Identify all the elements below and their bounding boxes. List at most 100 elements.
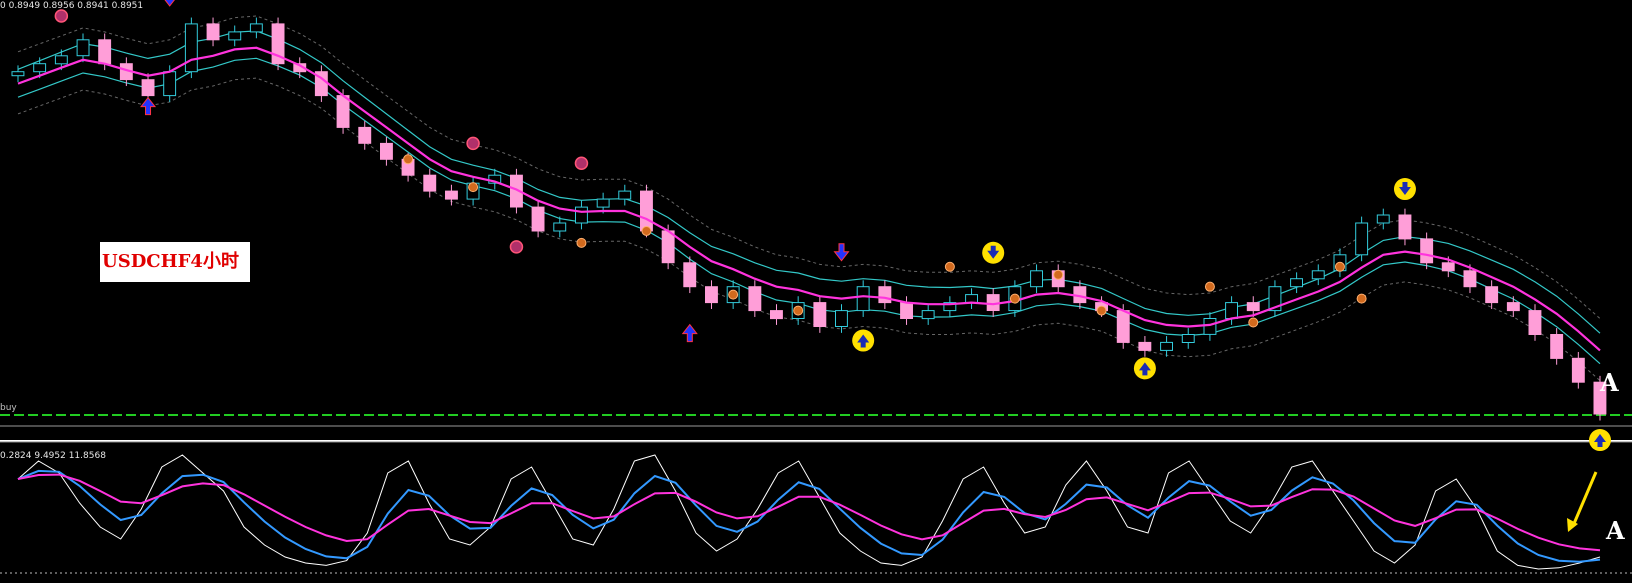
buy-arrow-icon[interactable]: [681, 323, 698, 343]
signal-dot-icon[interactable]: [641, 225, 652, 236]
candle-body[interactable]: [228, 31, 242, 41]
candle-body[interactable]: [423, 174, 437, 192]
candle-body[interactable]: [683, 262, 697, 288]
signal-dot-icon[interactable]: [1096, 305, 1107, 316]
candle-body[interactable]: [813, 302, 827, 328]
candle-body[interactable]: [770, 310, 783, 320]
buy-arrow-icon[interactable]: [1133, 357, 1156, 380]
signal-dot-icon[interactable]: [728, 289, 739, 300]
candle-body[interactable]: [358, 126, 372, 144]
candle-body[interactable]: [380, 142, 393, 160]
candle-body[interactable]: [1571, 357, 1585, 383]
signal-dot-icon[interactable]: [1053, 269, 1064, 280]
signal-dot-icon[interactable]: [1356, 293, 1367, 304]
signal-dot-icon[interactable]: [468, 182, 479, 193]
candle-body[interactable]: [1181, 334, 1195, 343]
upper-cyan-envelope: [17, 30, 1601, 334]
candle-body[interactable]: [1550, 334, 1564, 359]
candle-body[interactable]: [1441, 262, 1455, 272]
candle-body[interactable]: [661, 230, 675, 264]
candle-body[interactable]: [163, 71, 177, 97]
lower-cyan-envelope: [17, 57, 1601, 365]
candle-body[interactable]: [900, 302, 913, 320]
signal-dot-icon[interactable]: [1248, 317, 1259, 328]
reversal-marker-icon[interactable]: [466, 136, 480, 151]
ohlc-readout: 0 0.8949 0.8956 0.8941 0.8951: [0, 1, 144, 11]
candle-body[interactable]: [618, 190, 632, 200]
symbol-timeframe-label: USDCHF4小时: [100, 242, 250, 282]
buy-arrow-icon[interactable]: [1589, 429, 1611, 452]
mark-a-main: A: [1600, 368, 1619, 397]
signal-dot-icon[interactable]: [944, 261, 955, 272]
candle-body[interactable]: [1398, 214, 1412, 240]
candle-body[interactable]: [1030, 270, 1043, 288]
candle-body[interactable]: [878, 286, 892, 304]
main-price-panel: [0, 0, 1632, 452]
candle-body[interactable]: [1355, 222, 1369, 256]
signal-dot-icon[interactable]: [576, 237, 587, 248]
candle-body[interactable]: [445, 190, 458, 200]
sell-arrow-icon[interactable]: [833, 243, 850, 262]
candle-body[interactable]: [1246, 302, 1260, 312]
candle-body[interactable]: [1311, 270, 1325, 280]
candle-body[interactable]: [835, 310, 848, 328]
price-chart-svg[interactable]: [0, 0, 1632, 579]
candle-body[interactable]: [336, 95, 350, 128]
candle-body[interactable]: [249, 23, 263, 33]
reversal-marker-icon[interactable]: [54, 9, 69, 23]
buy-line-label: buy: [0, 403, 17, 413]
arrow-shape: [833, 243, 850, 262]
candle-body[interactable]: [54, 55, 68, 65]
sell-arrow-icon[interactable]: [163, 0, 177, 7]
magenta-moving-average: [17, 46, 1601, 352]
candle-body[interactable]: [748, 286, 762, 312]
reversal-marker-icon[interactable]: [574, 156, 589, 171]
candle-body[interactable]: [11, 71, 25, 77]
candle-body[interactable]: [98, 39, 112, 65]
candle-body[interactable]: [184, 23, 198, 73]
candle-body[interactable]: [1160, 341, 1173, 351]
candle-body[interactable]: [1463, 270, 1477, 288]
sell-arrow-icon[interactable]: [1393, 178, 1416, 201]
arrow-shape: [681, 323, 698, 343]
candle-body[interactable]: [575, 206, 588, 224]
signal-dot-icon[interactable]: [793, 305, 804, 316]
signal-dot-icon[interactable]: [403, 154, 414, 165]
oscillator-blue-line: [17, 469, 1601, 563]
signal-dot-icon[interactable]: [1204, 281, 1215, 292]
candle-body[interactable]: [1528, 310, 1542, 336]
candle-body[interactable]: [206, 23, 220, 41]
candle-body[interactable]: [1290, 278, 1303, 288]
candle-body[interactable]: [921, 310, 935, 320]
buy-arrow-icon[interactable]: [140, 96, 157, 116]
candle-body[interactable]: [1506, 302, 1520, 312]
candle-body[interactable]: [1420, 238, 1434, 264]
signal-dot-icon[interactable]: [1009, 293, 1020, 304]
candle-body[interactable]: [531, 206, 545, 232]
indicator-readout: 0.2824 9.4952 11.8568: [0, 451, 106, 461]
candle-body[interactable]: [1138, 341, 1152, 351]
candle-body[interactable]: [33, 63, 47, 73]
candle-body[interactable]: [1203, 318, 1217, 335]
candle-body[interactable]: [1116, 310, 1130, 343]
candle-body[interactable]: [596, 198, 610, 208]
candle-body[interactable]: [1485, 286, 1499, 304]
candle-body[interactable]: [965, 294, 978, 304]
candle-body[interactable]: [141, 79, 155, 97]
candle-body[interactable]: [1376, 214, 1390, 224]
yellow-pointer-arrow-icon: [1571, 471, 1598, 527]
candle-body[interactable]: [1225, 302, 1238, 320]
candle-body[interactable]: [553, 222, 567, 232]
candle-body[interactable]: [705, 286, 718, 304]
candle-body[interactable]: [856, 286, 870, 312]
sell-arrow-icon[interactable]: [982, 241, 1005, 264]
chart-window[interactable]: 0 0.8949 0.8956 0.8941 0.8951 0.2824 9.4…: [0, 0, 1632, 579]
reversal-marker-icon[interactable]: [509, 240, 524, 254]
upper-dotted-band: [17, 15, 1601, 319]
mark-a-indicator: A: [1606, 516, 1625, 545]
buy-arrow-icon[interactable]: [852, 329, 875, 352]
candle-body[interactable]: [76, 39, 90, 57]
arrow-shape: [140, 96, 157, 116]
signal-dot-icon[interactable]: [1334, 261, 1345, 272]
candle-body[interactable]: [640, 190, 653, 232]
